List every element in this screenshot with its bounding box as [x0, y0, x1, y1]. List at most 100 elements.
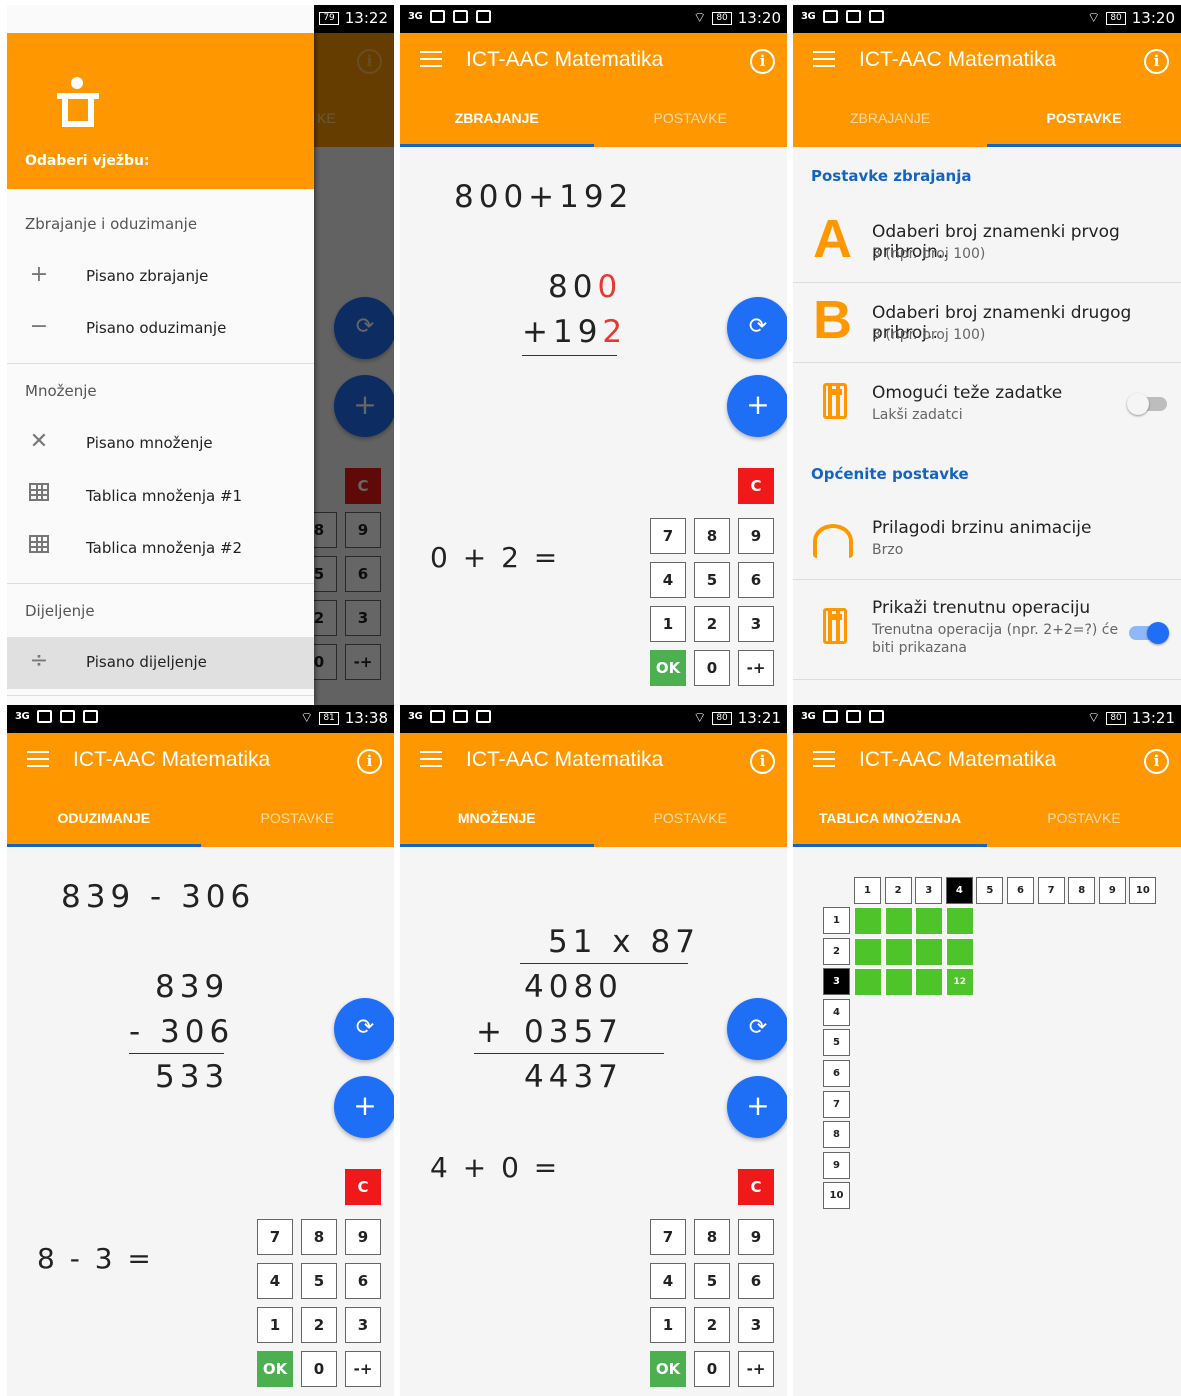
- setting-harder-tasks[interactable]: Omogući teže zadatke Lakši zadatci: [793, 363, 1181, 441]
- key-7[interactable]: 7: [650, 518, 686, 554]
- row-header-4[interactable]: 4: [823, 998, 850, 1026]
- column-header-4[interactable]: 4: [945, 877, 973, 904]
- info-icon[interactable]: i: [1144, 49, 1169, 74]
- row-header-7[interactable]: 7: [823, 1090, 850, 1118]
- key-ok[interactable]: OK: [650, 650, 686, 686]
- key-5[interactable]: 5: [301, 1263, 337, 1299]
- setting-first-addend-digits[interactable]: A Odaberi broj znamenki prvog pribrojn..…: [793, 202, 1181, 280]
- row-header-9[interactable]: 9: [823, 1151, 850, 1179]
- key-ok[interactable]: OK: [257, 1351, 293, 1387]
- harder-tasks-toggle[interactable]: [1127, 393, 1167, 415]
- key-1[interactable]: 1: [650, 1307, 686, 1343]
- key-0[interactable]: 0: [694, 1351, 730, 1387]
- key-2[interactable]: 2: [694, 606, 730, 642]
- drawer-item-written-multiplication[interactable]: ✕ Pisano množenje: [7, 418, 314, 470]
- drawer-item-written-division[interactable]: ÷ Pisano dijeljenje: [7, 637, 314, 689]
- key-5[interactable]: 5: [694, 1263, 730, 1299]
- drawer-item-table-1[interactable]: Tablica množenja #1: [7, 471, 314, 523]
- tab-settings[interactable]: POSTAVKE: [987, 789, 1181, 847]
- row-header-5[interactable]: 5: [823, 1029, 850, 1057]
- key-6[interactable]: 6: [738, 562, 774, 598]
- refresh-button[interactable]: ⟳: [727, 998, 787, 1060]
- row-header-6[interactable]: 6: [823, 1060, 850, 1087]
- scrim[interactable]: [314, 33, 394, 705]
- menu-icon[interactable]: [813, 51, 835, 69]
- row-header-1[interactable]: 1: [823, 907, 850, 934]
- show-operation-toggle[interactable]: [1129, 622, 1169, 644]
- column-header-6[interactable]: 6: [1007, 877, 1034, 904]
- row-header-3[interactable]: 3: [823, 968, 850, 996]
- key-6[interactable]: 6: [345, 1263, 381, 1299]
- row-header-8[interactable]: 8: [823, 1121, 850, 1149]
- key-1[interactable]: 1: [257, 1307, 293, 1343]
- key-0[interactable]: 0: [301, 1351, 337, 1387]
- key-4[interactable]: 4: [257, 1263, 293, 1299]
- key-clear[interactable]: C: [738, 1169, 774, 1205]
- key-2[interactable]: 2: [301, 1307, 337, 1343]
- setting-second-addend-digits[interactable]: B Odaberi broj znamenki drugog pribroj..…: [793, 283, 1181, 361]
- info-icon[interactable]: i: [1144, 749, 1169, 774]
- key-sign[interactable]: -+: [738, 650, 774, 686]
- key-4[interactable]: 4: [650, 1263, 686, 1299]
- key-sign[interactable]: -+: [738, 1351, 774, 1387]
- key-4[interactable]: 4: [650, 562, 686, 598]
- tab-addition[interactable]: ZBRAJANJE: [400, 89, 594, 147]
- info-icon[interactable]: i: [750, 749, 775, 774]
- row-header-10[interactable]: 10: [823, 1182, 850, 1210]
- column-header-5[interactable]: 5: [976, 877, 1004, 904]
- setting-animation-speed[interactable]: Prilagodi brzinu animacije Brzo: [793, 502, 1181, 580]
- key-8[interactable]: 8: [694, 518, 730, 554]
- key-3[interactable]: 3: [345, 1307, 381, 1343]
- key-3[interactable]: 3: [738, 1307, 774, 1343]
- tab-subtraction[interactable]: ODUZIMANJE: [7, 789, 201, 847]
- key-9[interactable]: 9: [738, 518, 774, 554]
- column-header-7[interactable]: 7: [1037, 877, 1065, 904]
- column-header-10[interactable]: 10: [1129, 877, 1157, 904]
- tab-settings[interactable]: POSTAVKE: [594, 789, 788, 847]
- letter-a-icon: A: [813, 209, 852, 269]
- key-7[interactable]: 7: [257, 1219, 293, 1255]
- key-ok[interactable]: OK: [650, 1351, 686, 1387]
- menu-icon[interactable]: [813, 751, 835, 769]
- column-header-3[interactable]: 3: [915, 877, 943, 904]
- tab-settings[interactable]: POSTAVKE: [594, 89, 788, 147]
- add-button[interactable]: +: [727, 375, 787, 437]
- drawer-item-written-subtraction[interactable]: − Pisano oduzimanje: [7, 303, 314, 355]
- tab-settings[interactable]: POSTAVKE: [201, 789, 395, 847]
- key-0[interactable]: 0: [694, 650, 730, 686]
- column-header-1[interactable]: 1: [854, 877, 881, 904]
- key-clear[interactable]: C: [738, 468, 774, 504]
- menu-icon[interactable]: [420, 751, 442, 769]
- key-9[interactable]: 9: [345, 1219, 381, 1255]
- key-sign[interactable]: -+: [345, 1351, 381, 1387]
- tab-multiplication-table[interactable]: TABLICA MNOŽENJA: [793, 789, 987, 847]
- add-button[interactable]: +: [334, 1076, 394, 1138]
- menu-icon[interactable]: [27, 751, 49, 769]
- key-9[interactable]: 9: [738, 1219, 774, 1255]
- tab-settings[interactable]: POSTAVKE: [987, 89, 1181, 147]
- info-icon[interactable]: i: [357, 749, 382, 774]
- column-header-2[interactable]: 2: [884, 877, 912, 904]
- column-header-8[interactable]: 8: [1068, 877, 1096, 904]
- key-5[interactable]: 5: [694, 562, 730, 598]
- key-3[interactable]: 3: [738, 606, 774, 642]
- tab-addition[interactable]: ZBRAJANJE: [793, 89, 987, 147]
- drawer-item-written-addition[interactable]: + Pisano zbrajanje: [7, 251, 314, 303]
- key-clear[interactable]: C: [345, 1169, 381, 1205]
- menu-icon[interactable]: [420, 51, 442, 69]
- key-1[interactable]: 1: [650, 606, 686, 642]
- column-header-9[interactable]: 9: [1098, 877, 1126, 904]
- setting-show-operation[interactable]: Prikaži trenutnu operaciju Trenutna oper…: [793, 580, 1181, 678]
- drawer-item-table-2[interactable]: Tablica množenja #2: [7, 523, 314, 575]
- tab-multiplication[interactable]: MNOŽENJE: [400, 789, 594, 847]
- key-8[interactable]: 8: [694, 1219, 730, 1255]
- row-header-2[interactable]: 2: [823, 937, 850, 965]
- refresh-button[interactable]: ⟳: [727, 297, 787, 359]
- info-icon[interactable]: i: [750, 49, 775, 74]
- key-8[interactable]: 8: [301, 1219, 337, 1255]
- key-2[interactable]: 2: [694, 1307, 730, 1343]
- key-6[interactable]: 6: [738, 1263, 774, 1299]
- add-button[interactable]: +: [727, 1076, 787, 1138]
- refresh-button[interactable]: ⟳: [334, 998, 394, 1060]
- key-7[interactable]: 7: [650, 1219, 686, 1255]
